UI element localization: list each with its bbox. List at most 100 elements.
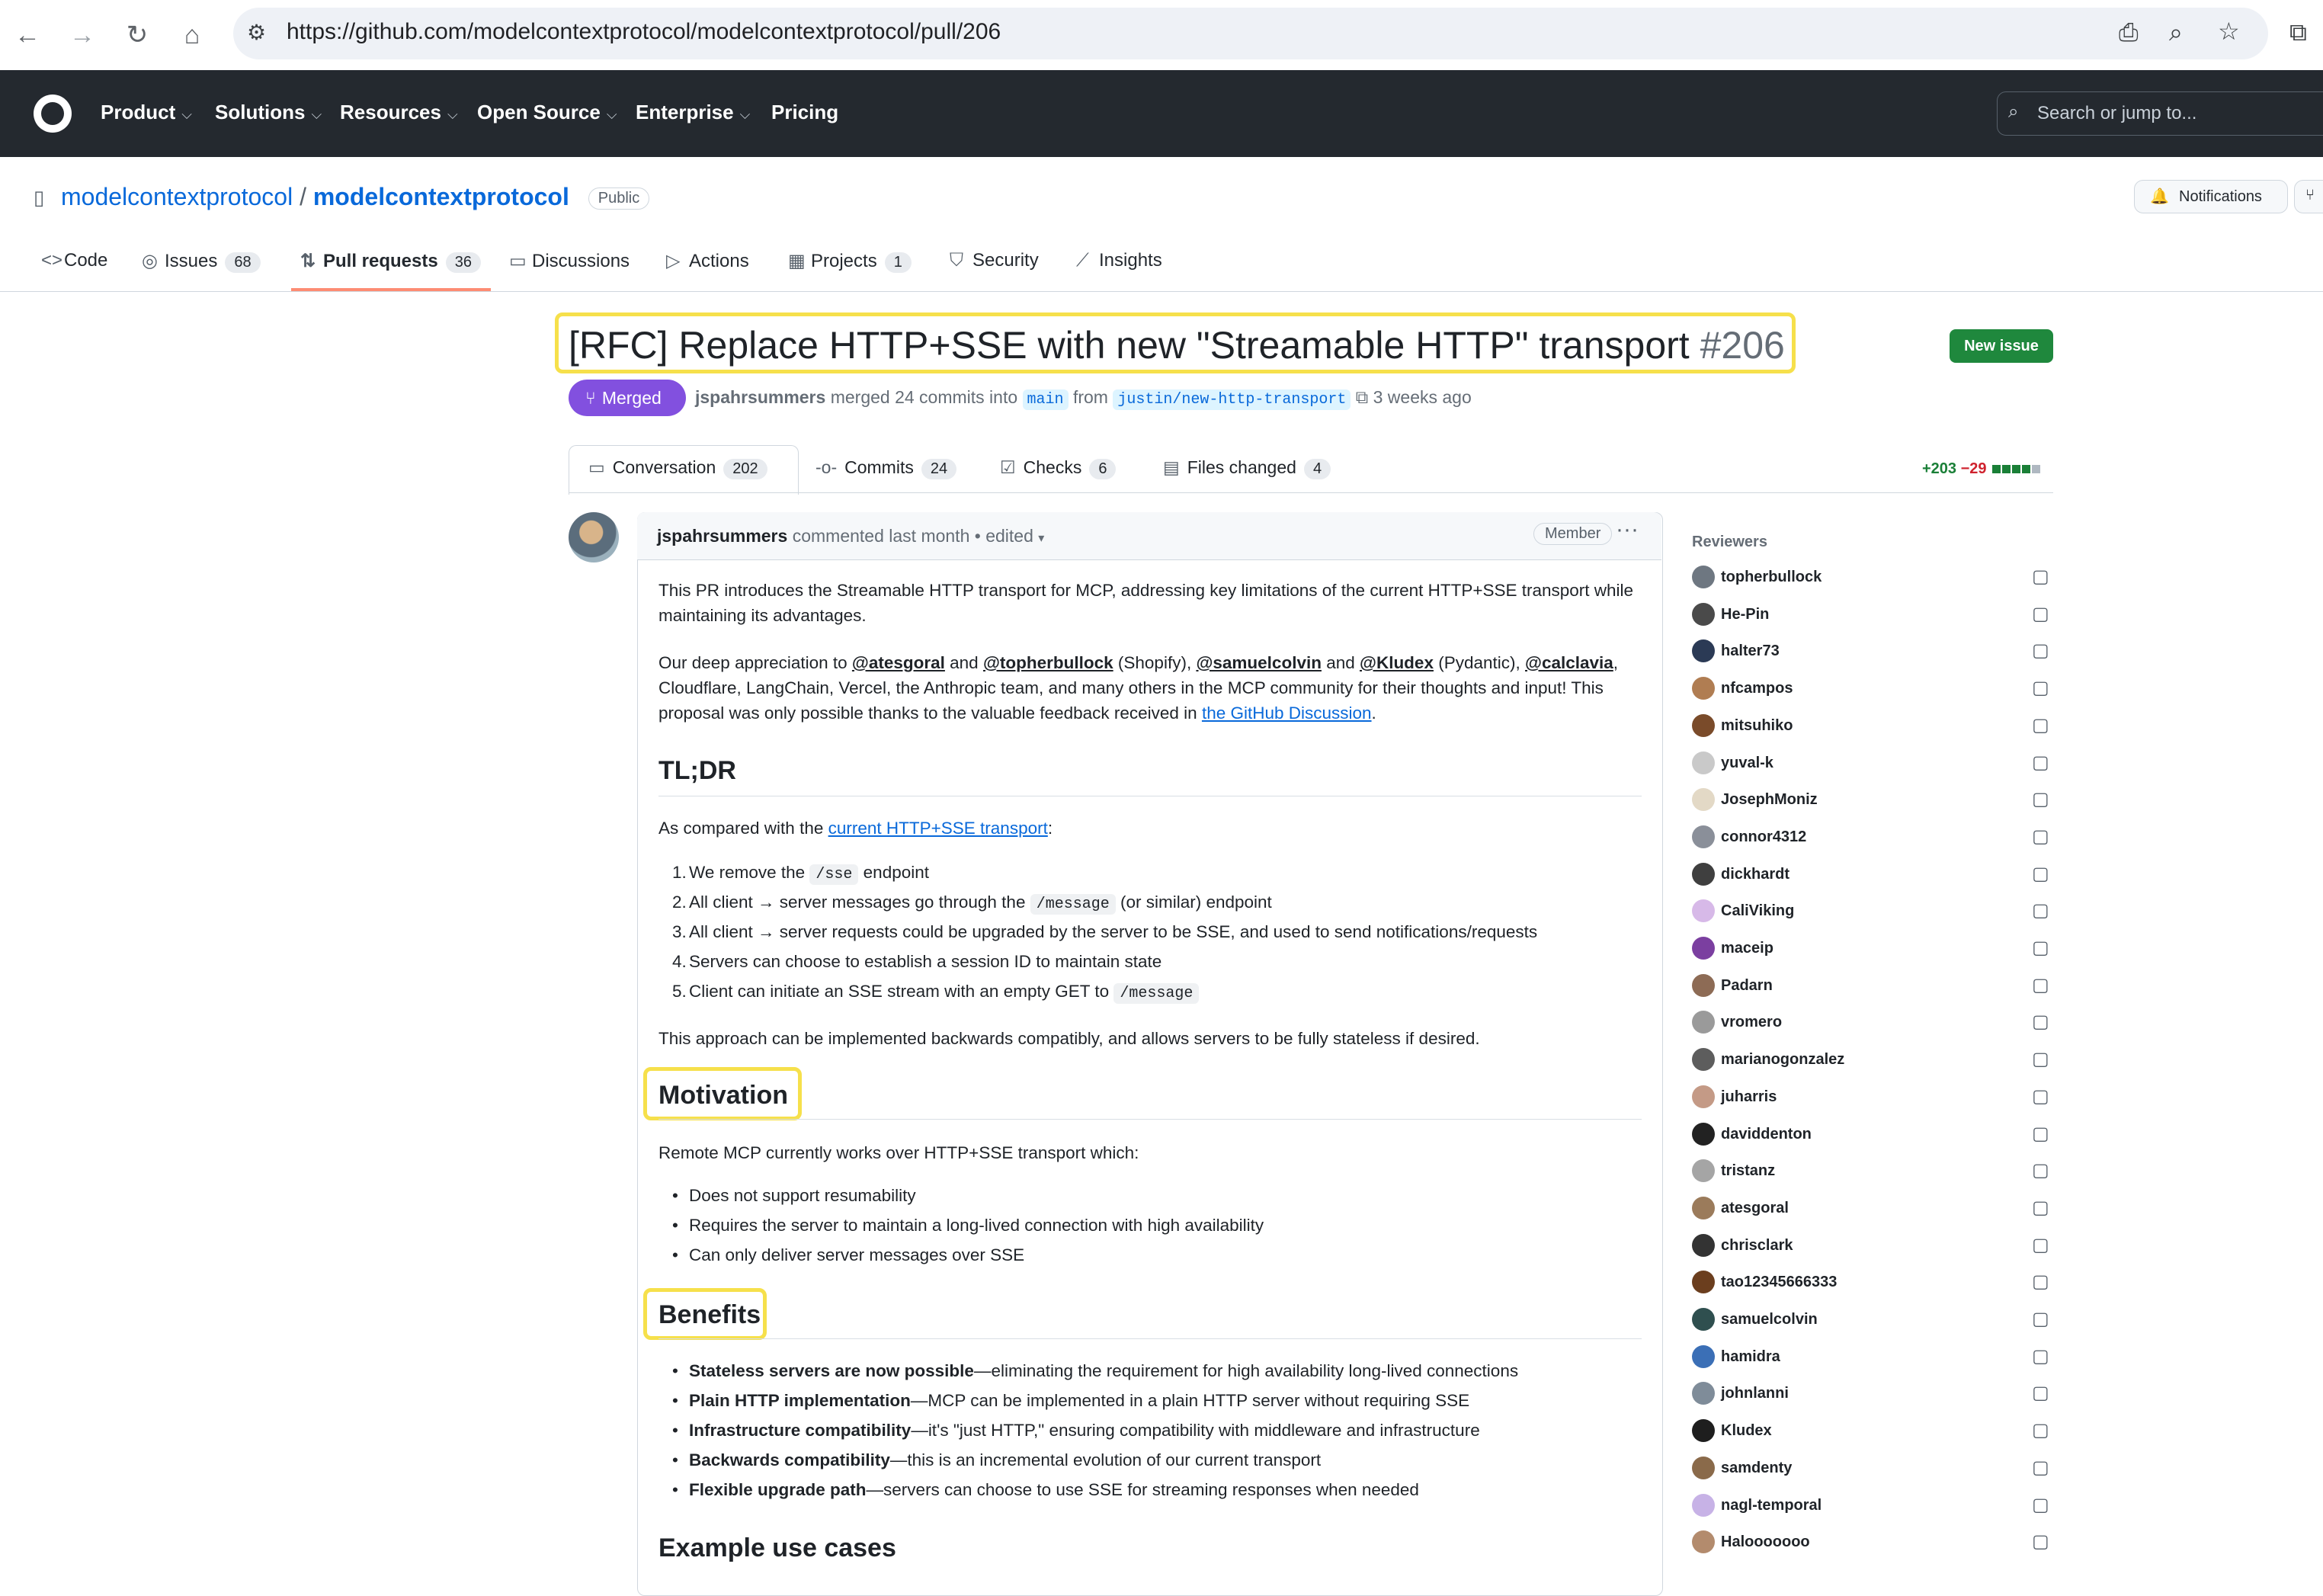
- reviewer-row[interactable]: Halooooooo ▢: [1692, 1527, 2053, 1564]
- reviewer-name[interactable]: yuval-k: [1721, 755, 1773, 772]
- tab-checks[interactable]: ☑ Checks 6: [1000, 457, 1117, 479]
- reviewer-name[interactable]: Kludex: [1721, 1422, 1772, 1440]
- fork-button[interactable]: ⑂: [2294, 180, 2323, 213]
- avatar[interactable]: [1692, 566, 1715, 588]
- reviewer-name[interactable]: dickhardt: [1721, 866, 1790, 883]
- home-icon[interactable]: ⌂: [175, 18, 209, 52]
- reviewer-row[interactable]: tristanz ▢: [1692, 1156, 2053, 1193]
- nav-resources[interactable]: Resources ⌵: [340, 101, 458, 124]
- reviewer-row[interactable]: samdenty ▢: [1692, 1453, 2053, 1490]
- repo-name-link[interactable]: modelcontextprotocol: [313, 183, 569, 210]
- reviewer-name[interactable]: nagl-temporal: [1721, 1497, 1822, 1514]
- nav-enterprise[interactable]: Enterprise ⌵: [636, 101, 750, 124]
- tab-commits[interactable]: -o- Commits 24: [815, 457, 957, 479]
- reviewer-row[interactable]: daviddenton ▢: [1692, 1120, 2053, 1156]
- avatar[interactable]: [1692, 1048, 1715, 1072]
- reviewer-row[interactable]: topherbullock ▢: [1692, 562, 2053, 599]
- comment-meta[interactable]: commented last month • edited: [793, 526, 1033, 546]
- reviewer-name[interactable]: vromero: [1721, 1014, 1782, 1031]
- reviewer-name[interactable]: nfcampos: [1721, 680, 1793, 697]
- zoom-icon[interactable]: ⌕: [2169, 18, 2183, 47]
- reviewer-row[interactable]: halter73 ▢: [1692, 636, 2053, 673]
- review-comment-icon[interactable]: ▢: [2032, 1123, 2049, 1145]
- avatar[interactable]: [1692, 602, 1715, 626]
- review-comment-icon[interactable]: ▢: [2032, 603, 2049, 625]
- reviewer-row[interactable]: CaliViking ▢: [1692, 896, 2053, 933]
- github-discussion-link[interactable]: the GitHub Discussion: [1202, 703, 1372, 723]
- reviewer-name[interactable]: tao12345666333: [1721, 1274, 1837, 1291]
- avatar[interactable]: [1692, 825, 1715, 848]
- reviewer-name[interactable]: connor4312: [1721, 828, 1806, 846]
- review-comment-icon[interactable]: ▢: [2032, 863, 2049, 885]
- reviewer-row[interactable]: johnlanni ▢: [1692, 1379, 2053, 1415]
- github-logo-icon[interactable]: [34, 95, 72, 133]
- review-comment-icon[interactable]: ▢: [2032, 1197, 2049, 1219]
- reviewer-name[interactable]: tristanz: [1721, 1162, 1775, 1180]
- review-comment-icon[interactable]: ▢: [2032, 899, 2049, 921]
- reviewer-row[interactable]: dickhardt ▢: [1692, 860, 2053, 896]
- extensions-icon[interactable]: ⧉: [2289, 18, 2307, 47]
- avatar[interactable]: [1692, 1344, 1715, 1368]
- reviewer-name[interactable]: He-Pin: [1721, 606, 1769, 623]
- chevron-down-icon[interactable]: ▾: [1038, 532, 1044, 545]
- tab-insights[interactable]: ⟋ Insights: [1076, 250, 1162, 288]
- reviewer-name[interactable]: CaliViking: [1721, 902, 1794, 920]
- reviewer-name[interactable]: hamidra: [1721, 1348, 1780, 1366]
- search-input[interactable]: ⌕ Search or jump to...: [1997, 91, 2323, 136]
- review-comment-icon[interactable]: ▢: [2032, 566, 2049, 588]
- avatar[interactable]: [1692, 639, 1715, 663]
- reviewer-row[interactable]: juharris ▢: [1692, 1082, 2053, 1119]
- review-comment-icon[interactable]: ▢: [2032, 677, 2049, 699]
- head-branch[interactable]: justin/new-http-transport: [1113, 389, 1351, 410]
- reviewer-name[interactable]: daviddenton: [1721, 1126, 1812, 1143]
- avatar[interactable]: [1692, 937, 1715, 960]
- review-comment-icon[interactable]: ▢: [2032, 1234, 2049, 1256]
- review-comment-icon[interactable]: ▢: [2032, 1382, 2049, 1404]
- review-comment-icon[interactable]: ▢: [2032, 1159, 2049, 1181]
- tab-projects[interactable]: ▦ Projects 1: [788, 250, 912, 288]
- reviewer-row[interactable]: chrisclark ▢: [1692, 1231, 2053, 1268]
- tab-code[interactable]: <>Code: [41, 250, 107, 288]
- nav-pricing[interactable]: Pricing: [771, 101, 838, 124]
- reviewer-name[interactable]: chrisclark: [1721, 1237, 1793, 1255]
- avatar[interactable]: [1692, 751, 1715, 774]
- nav-solutions[interactable]: Solutions ⌵: [215, 101, 322, 124]
- tab-security[interactable]: ⛉ Security: [950, 250, 1039, 288]
- reviewer-name[interactable]: maceip: [1721, 940, 1773, 957]
- reviewer-row[interactable]: atesgoral ▢: [1692, 1194, 2053, 1230]
- avatar[interactable]: [1692, 1196, 1715, 1219]
- reviewer-name[interactable]: mitsuhiko: [1721, 717, 1793, 735]
- install-app-icon[interactable]: ⎙: [2119, 18, 2139, 47]
- avatar[interactable]: [1692, 862, 1715, 886]
- tab-files-changed[interactable]: ▤ Files changed 4: [1163, 457, 1331, 479]
- review-comment-icon[interactable]: ▢: [2032, 1308, 2049, 1330]
- avatar[interactable]: [569, 512, 619, 562]
- copy-icon[interactable]: ⧉: [1356, 387, 1368, 407]
- reviewer-name[interactable]: topherbullock: [1721, 569, 1822, 586]
- reviewer-row[interactable]: He-Pin ▢: [1692, 600, 2053, 636]
- review-comment-icon[interactable]: ▢: [2032, 937, 2049, 959]
- current-transport-link[interactable]: current HTTP+SSE transport: [828, 819, 1048, 838]
- reviewer-row[interactable]: Padarn ▢: [1692, 971, 2053, 1008]
- avatar[interactable]: [1692, 1233, 1715, 1257]
- avatar[interactable]: [1692, 1122, 1715, 1146]
- address-bar[interactable]: ⚙ https://github.com/modelcontextprotoco…: [233, 8, 2268, 59]
- repo-owner-link[interactable]: modelcontextprotocol: [61, 183, 293, 210]
- nav-open-source[interactable]: Open Source ⌵: [477, 101, 617, 124]
- reviewer-row[interactable]: mitsuhiko ▢: [1692, 711, 2053, 748]
- reviewer-row[interactable]: Kludex ▢: [1692, 1416, 2053, 1453]
- review-comment-icon[interactable]: ▢: [2032, 1271, 2049, 1293]
- avatar[interactable]: [1692, 1271, 1715, 1294]
- tab-conversation[interactable]: ▭ Conversation 202: [588, 457, 767, 479]
- reviewer-row[interactable]: JosephMoniz ▢: [1692, 785, 2053, 822]
- bookmark-star-icon[interactable]: ☆: [2218, 17, 2240, 46]
- mention-link[interactable]: @calclavia: [1525, 653, 1613, 672]
- tab-pull-requests[interactable]: ⇅ Pull requests 36: [300, 250, 481, 288]
- mention-link[interactable]: @Kludex: [1360, 653, 1434, 672]
- avatar[interactable]: [1692, 973, 1715, 997]
- avatar[interactable]: [1692, 1382, 1715, 1405]
- reviewer-name[interactable]: JosephMoniz: [1721, 791, 1818, 809]
- tab-actions[interactable]: ▷ Actions: [666, 250, 749, 288]
- review-comment-icon[interactable]: ▢: [2032, 752, 2049, 774]
- reviewer-name[interactable]: halter73: [1721, 643, 1780, 660]
